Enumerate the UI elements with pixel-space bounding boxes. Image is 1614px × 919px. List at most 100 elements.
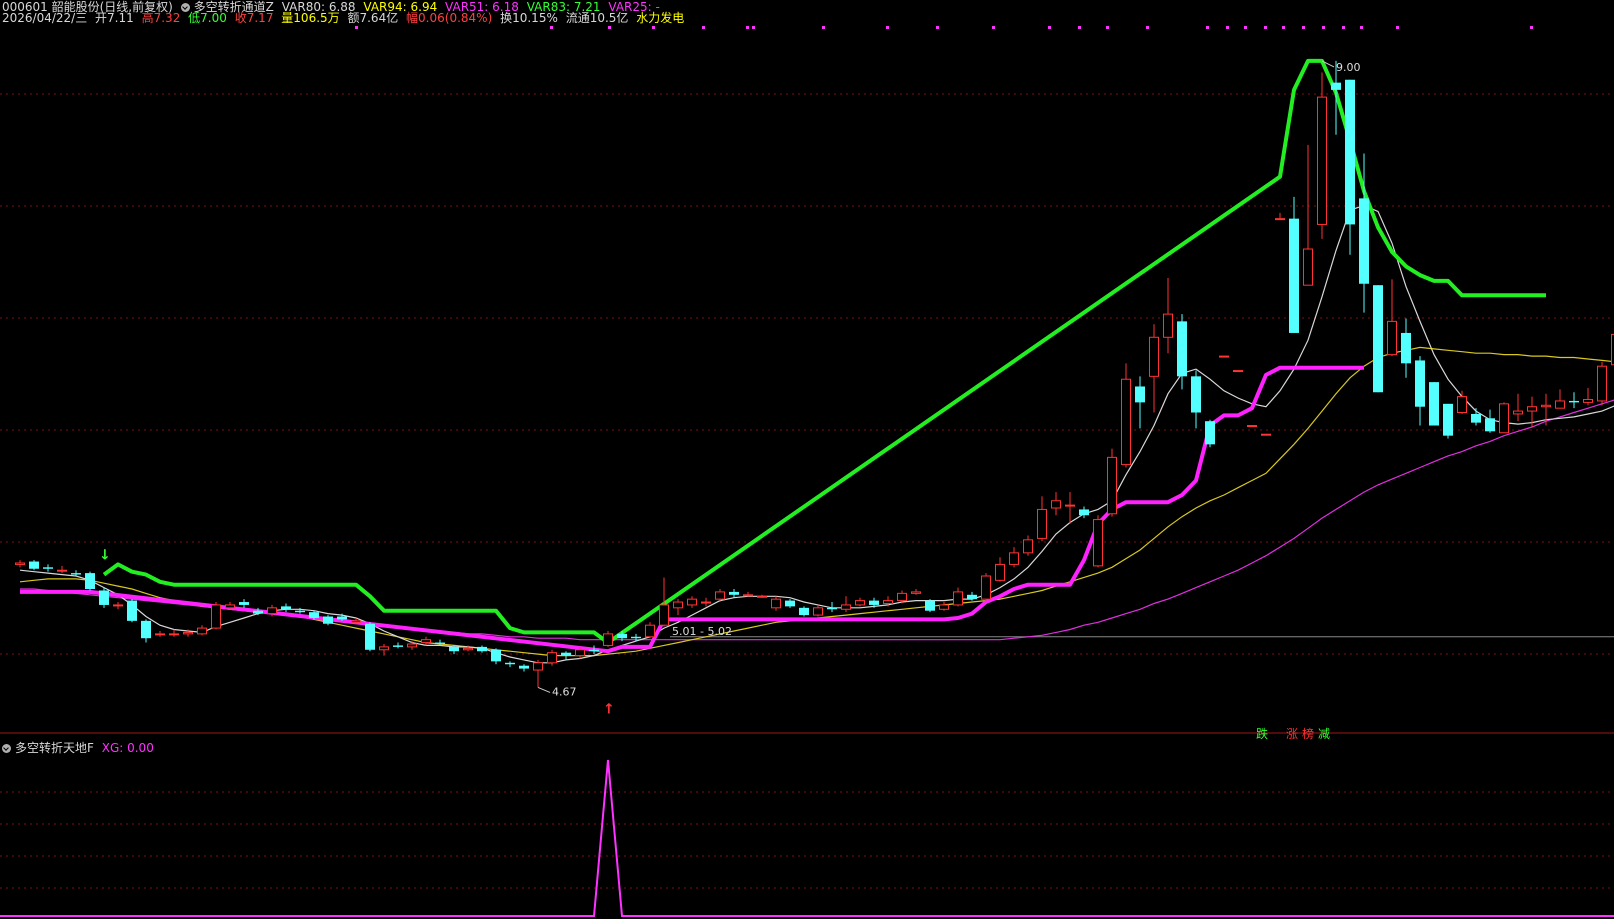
- candle[interactable]: [141, 619, 151, 643]
- candle[interactable]: [1205, 419, 1215, 448]
- sub-indicator-panel[interactable]: [0, 759, 1614, 917]
- candle-body: [57, 569, 67, 572]
- candle[interactable]: [99, 587, 109, 608]
- candle[interactable]: [589, 645, 599, 655]
- candle[interactable]: [813, 604, 823, 617]
- candle[interactable]: [1149, 324, 1159, 413]
- candle[interactable]: [1107, 448, 1117, 517]
- candle[interactable]: [1261, 433, 1271, 436]
- candle[interactable]: [1373, 285, 1383, 393]
- candle[interactable]: [561, 651, 571, 660]
- candle[interactable]: [15, 560, 25, 568]
- candle[interactable]: [1317, 72, 1327, 239]
- candle[interactable]: [729, 589, 739, 598]
- candle[interactable]: [1513, 393, 1523, 422]
- candle[interactable]: [155, 630, 165, 637]
- candle[interactable]: [365, 622, 375, 652]
- sub-settings-circle-icon[interactable]: [2, 744, 11, 753]
- candle[interactable]: [323, 615, 333, 626]
- candle[interactable]: [1401, 318, 1411, 378]
- candle[interactable]: [1065, 492, 1075, 524]
- candle[interactable]: [1555, 389, 1565, 409]
- candle[interactable]: [1051, 492, 1061, 516]
- candle[interactable]: [925, 599, 935, 613]
- candle[interactable]: [211, 602, 221, 630]
- candle[interactable]: [687, 596, 697, 608]
- candle[interactable]: [57, 565, 67, 574]
- candle[interactable]: [281, 603, 291, 613]
- candle[interactable]: [505, 661, 515, 668]
- candle[interactable]: [1023, 535, 1033, 556]
- candle-body: [729, 591, 739, 595]
- candle[interactable]: [855, 597, 865, 607]
- candle[interactable]: [1471, 408, 1481, 426]
- candle[interactable]: [407, 641, 417, 650]
- candle[interactable]: [1485, 409, 1495, 433]
- candle[interactable]: [799, 606, 809, 617]
- candle[interactable]: [1583, 387, 1593, 406]
- candle[interactable]: [701, 597, 711, 607]
- candle[interactable]: [911, 589, 921, 595]
- candle[interactable]: [393, 642, 403, 649]
- concept-tag[interactable]: 水力发电: [636, 11, 684, 25]
- signal-dot: [1106, 26, 1109, 29]
- candle[interactable]: [1037, 496, 1047, 542]
- candle[interactable]: [603, 630, 613, 647]
- candle[interactable]: [1163, 277, 1173, 354]
- candle[interactable]: [841, 596, 851, 613]
- candle[interactable]: [379, 644, 389, 656]
- candle-body: [897, 592, 907, 602]
- candle[interactable]: [85, 571, 95, 591]
- candle[interactable]: [1597, 361, 1607, 406]
- candle[interactable]: [939, 602, 949, 611]
- candlesticks[interactable]: [15, 60, 1614, 688]
- candle[interactable]: [1289, 196, 1299, 333]
- candle[interactable]: [1345, 79, 1355, 255]
- stock-chart[interactable]: 9.00 4.67 5.01 - 5.02 ↓ ↑ 跌 涨榜减: [0, 0, 1614, 919]
- candle[interactable]: [785, 599, 795, 608]
- candle[interactable]: [1275, 212, 1285, 221]
- sub-indicator-name[interactable]: 多空转折天地F: [15, 741, 94, 755]
- candle[interactable]: [197, 625, 207, 636]
- candle[interactable]: [771, 596, 781, 611]
- candle[interactable]: [491, 648, 501, 665]
- candle[interactable]: [1303, 144, 1313, 286]
- candle[interactable]: [1387, 279, 1397, 357]
- candle[interactable]: [1443, 403, 1453, 439]
- candle[interactable]: [519, 664, 529, 672]
- candle[interactable]: [1415, 356, 1425, 426]
- candle[interactable]: [673, 599, 683, 616]
- candle[interactable]: [743, 591, 753, 597]
- candle[interactable]: [1429, 382, 1439, 426]
- candle[interactable]: [421, 636, 431, 646]
- candle[interactable]: [169, 629, 179, 637]
- candle[interactable]: [1219, 355, 1229, 358]
- signal-dot: [1302, 26, 1305, 29]
- candle[interactable]: [225, 602, 235, 610]
- candle[interactable]: [1191, 370, 1201, 429]
- candle[interactable]: [995, 557, 1005, 582]
- candle[interactable]: [239, 599, 249, 608]
- candle[interactable]: [645, 622, 655, 639]
- candle[interactable]: [43, 564, 53, 572]
- candle[interactable]: [1009, 547, 1019, 568]
- candle[interactable]: [981, 573, 991, 601]
- candle[interactable]: [1233, 370, 1243, 373]
- candle[interactable]: [533, 659, 543, 688]
- candle[interactable]: [477, 645, 487, 653]
- candle[interactable]: [113, 602, 123, 610]
- candle-body: [1443, 403, 1453, 436]
- candle[interactable]: [1569, 392, 1579, 409]
- candle[interactable]: [1457, 390, 1467, 414]
- candle[interactable]: [127, 599, 137, 623]
- candle[interactable]: [295, 607, 305, 614]
- candle[interactable]: [1499, 402, 1509, 434]
- candle[interactable]: [1135, 376, 1145, 429]
- candle[interactable]: [1121, 363, 1131, 468]
- candle[interactable]: [1093, 515, 1103, 568]
- candle-body: [967, 594, 977, 600]
- candle[interactable]: [757, 594, 767, 598]
- candle[interactable]: [1247, 425, 1257, 428]
- candle[interactable]: [953, 587, 963, 607]
- candle[interactable]: [29, 560, 39, 571]
